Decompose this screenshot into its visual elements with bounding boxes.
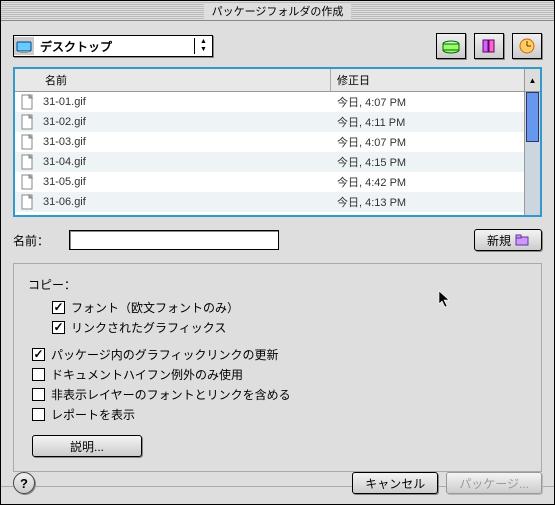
file-list-header: 名前 修正日 ▲ bbox=[15, 69, 540, 92]
file-name: 31-05.gif bbox=[41, 176, 331, 188]
options-panel: コピー： フォント（欧文フォントのみ） リンクされたグラフィックス パッケージ内… bbox=[13, 263, 542, 472]
help-icon: ? bbox=[20, 476, 28, 491]
help-button[interactable]: ? bbox=[13, 472, 35, 494]
label-hidden-layers: 非表示レイヤーのフォントとリンクを含める bbox=[51, 386, 291, 403]
file-icon bbox=[15, 114, 41, 130]
shortcut-favorites-button[interactable] bbox=[474, 33, 504, 59]
checkbox-hyphen-exceptions[interactable] bbox=[32, 368, 45, 381]
desktop-icon bbox=[14, 37, 34, 55]
file-icon bbox=[15, 134, 41, 150]
file-row[interactable]: 31-06.gif今日, 4:13 PM bbox=[15, 192, 524, 212]
checkbox-update-links[interactable] bbox=[32, 348, 45, 361]
scrollbar-thumb[interactable] bbox=[526, 92, 539, 142]
file-date: 今日, 4:15 PM bbox=[331, 154, 524, 170]
shortcut-disk-button[interactable] bbox=[436, 33, 466, 59]
file-row[interactable]: 31-01.gif今日, 4:07 PM bbox=[15, 92, 524, 112]
file-row[interactable]: 31-03.gif今日, 4:07 PM bbox=[15, 132, 524, 152]
sort-indicator[interactable]: ▲ bbox=[524, 69, 540, 91]
label-show-report: レポートを表示 bbox=[51, 406, 135, 423]
file-list: 名前 修正日 ▲ 31-01.gif今日, 4:07 PM31-02.gif今日… bbox=[13, 67, 542, 217]
copy-section-title: コピー： bbox=[28, 276, 527, 293]
label-linked-graphics: リンクされたグラフィックス bbox=[71, 319, 226, 336]
file-date: 今日, 4:13 PM bbox=[331, 194, 524, 210]
file-row[interactable]: 31-05.gif今日, 4:42 PM bbox=[15, 172, 524, 192]
file-icon bbox=[15, 194, 41, 210]
label-hyphen-exceptions: ドキュメントハイフン例外のみ使用 bbox=[51, 366, 243, 383]
window-title: パッケージフォルダの作成 bbox=[204, 3, 352, 19]
location-dropdown[interactable]: デスクトップ ▲▼ bbox=[13, 35, 213, 57]
package-button: パッケージ... bbox=[446, 472, 542, 494]
file-name: 31-01.gif bbox=[41, 96, 331, 108]
checkbox-font-roman[interactable] bbox=[52, 301, 65, 314]
column-header-modified[interactable]: 修正日 bbox=[331, 69, 524, 91]
file-name: 31-03.gif bbox=[41, 136, 331, 148]
new-folder-button[interactable]: 新規 bbox=[474, 229, 542, 251]
package-button-label: パッケージ... bbox=[459, 475, 529, 492]
dropdown-arrows-icon: ▲▼ bbox=[194, 38, 212, 54]
file-row[interactable]: 31-02.gif今日, 4:11 PM bbox=[15, 112, 524, 132]
name-label: 名前： bbox=[13, 232, 61, 249]
explain-button[interactable]: 説明... bbox=[32, 435, 142, 457]
checkbox-hidden-layers[interactable] bbox=[32, 388, 45, 401]
titlebar: パッケージフォルダの作成 bbox=[1, 1, 554, 21]
column-header-name[interactable]: 名前 bbox=[15, 69, 331, 91]
file-icon bbox=[15, 154, 41, 170]
file-icon bbox=[15, 94, 41, 110]
file-icon bbox=[15, 174, 41, 190]
label-font-roman: フォント（欧文フォントのみ） bbox=[71, 299, 239, 316]
dialog-window: パッケージフォルダの作成 デスクトップ ▲▼ 名前 bbox=[0, 0, 555, 505]
cancel-button-label: キャンセル bbox=[365, 475, 425, 492]
name-input[interactable] bbox=[69, 230, 279, 250]
shortcut-recent-button[interactable] bbox=[512, 33, 542, 59]
label-update-links: パッケージ内のグラフィックリンクの更新 bbox=[51, 346, 279, 363]
file-name: 31-02.gif bbox=[41, 116, 331, 128]
location-label: デスクトップ bbox=[34, 38, 194, 55]
file-name: 31-06.gif bbox=[41, 196, 331, 208]
book-icon bbox=[481, 38, 497, 54]
cancel-button[interactable]: キャンセル bbox=[352, 472, 438, 494]
file-date: 今日, 4:11 PM bbox=[331, 114, 524, 130]
folder-icon bbox=[515, 233, 529, 247]
file-date: 今日, 4:07 PM bbox=[331, 94, 524, 110]
scrollbar[interactable] bbox=[524, 92, 540, 215]
explain-button-label: 説明... bbox=[70, 438, 104, 455]
file-date: 今日, 4:07 PM bbox=[331, 134, 524, 150]
checkbox-show-report[interactable] bbox=[32, 408, 45, 421]
checkbox-linked-graphics[interactable] bbox=[52, 321, 65, 334]
file-date: 今日, 4:42 PM bbox=[331, 174, 524, 190]
clock-icon bbox=[519, 38, 535, 54]
disk-icon bbox=[442, 38, 460, 54]
new-button-label: 新規 bbox=[487, 232, 511, 249]
file-row[interactable]: 31-04.gif今日, 4:15 PM bbox=[15, 152, 524, 172]
file-name: 31-04.gif bbox=[41, 156, 331, 168]
